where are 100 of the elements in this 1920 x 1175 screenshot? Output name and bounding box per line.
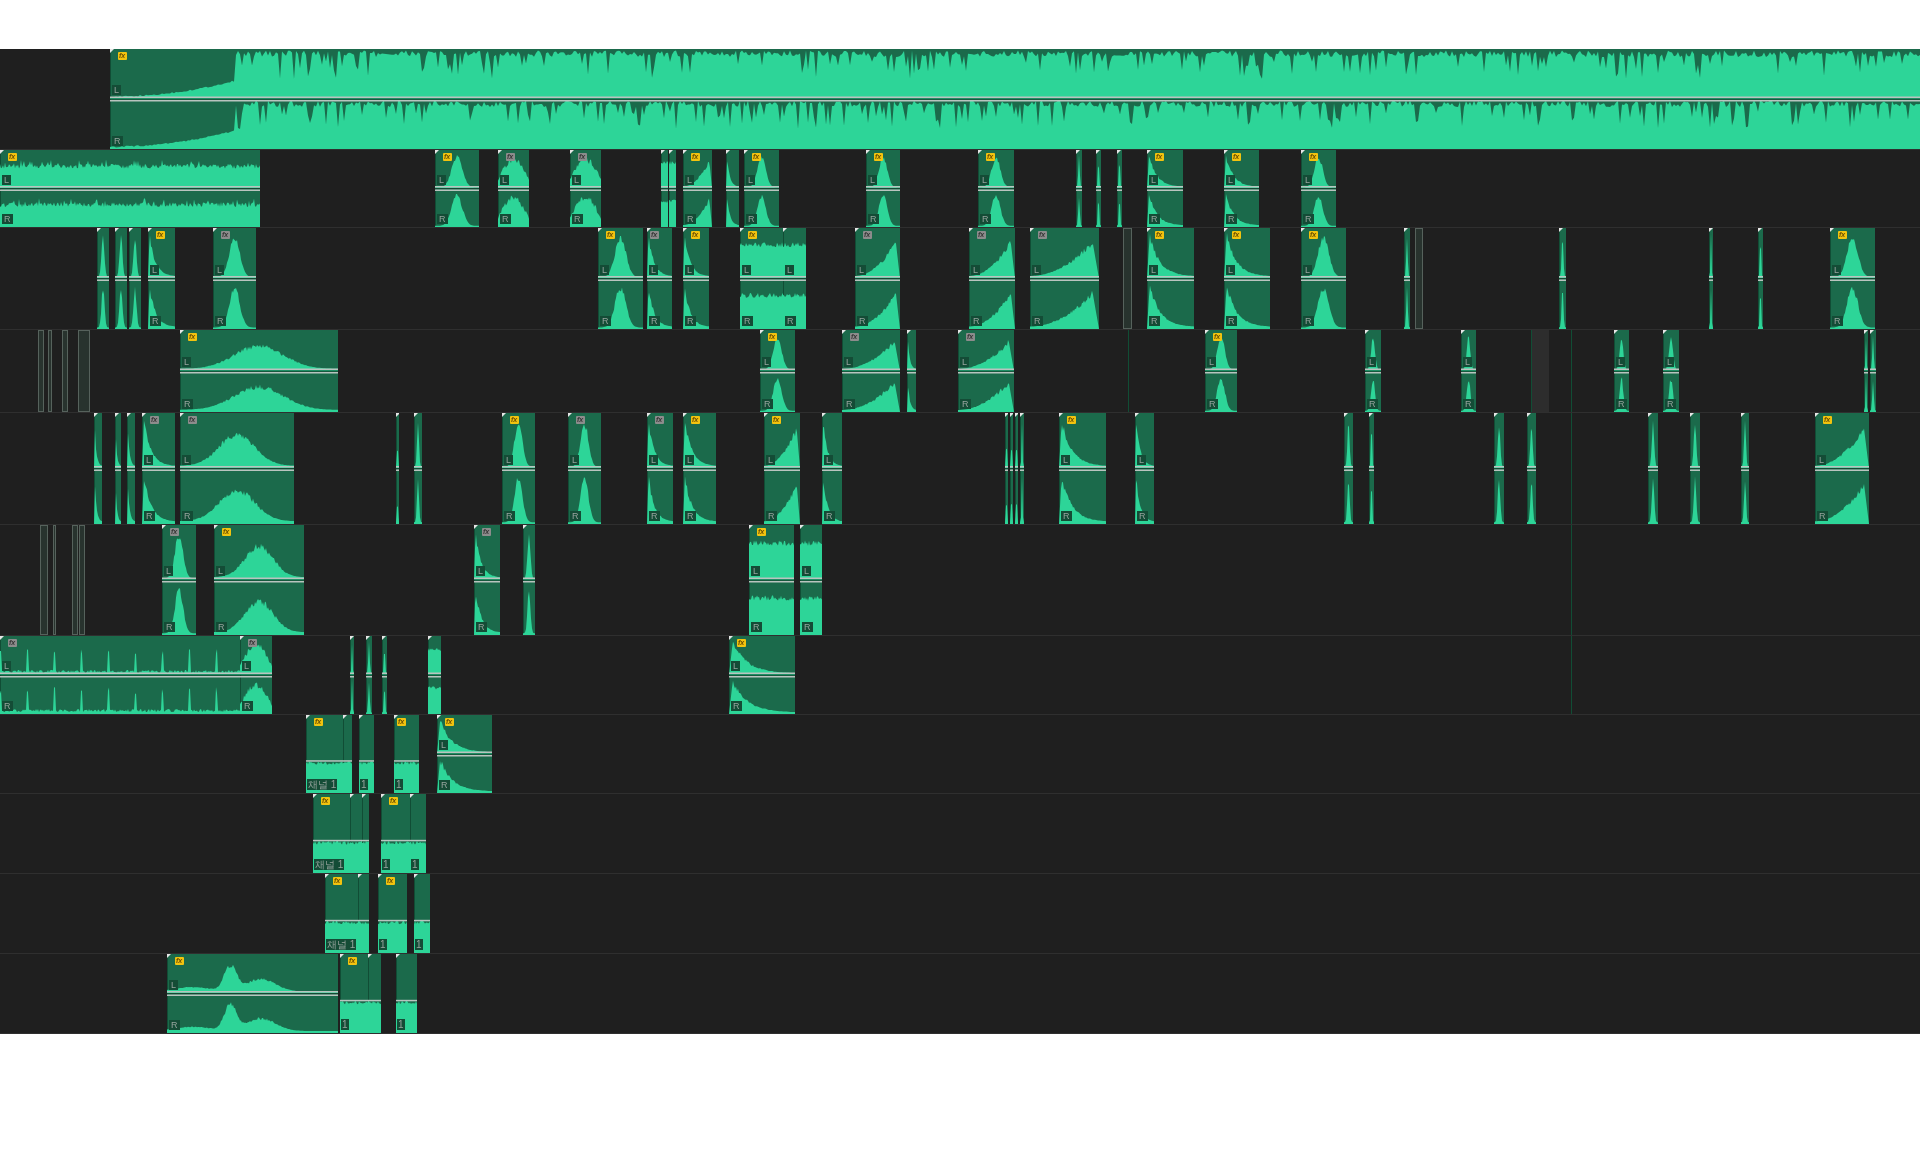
channel-label: R bbox=[164, 622, 175, 632]
audio-clip[interactable] bbox=[368, 954, 381, 1033]
channel-label: L bbox=[1032, 264, 1041, 275]
channel-label: L bbox=[600, 264, 609, 275]
channel-label: R bbox=[868, 214, 879, 224]
channel-label: 1 bbox=[411, 859, 419, 870]
audio-clip[interactable] bbox=[78, 330, 90, 412]
audio-clip[interactable]: L R bbox=[1663, 330, 1679, 412]
audio-clip[interactable] bbox=[1096, 150, 1101, 227]
audio-clip[interactable] bbox=[1864, 330, 1868, 412]
channel-label: L bbox=[649, 454, 658, 465]
channel-label: L bbox=[570, 454, 579, 465]
audio-clip[interactable] bbox=[72, 525, 78, 635]
audio-clip[interactable] bbox=[428, 636, 441, 714]
channel-label: R bbox=[824, 511, 835, 521]
audio-clip[interactable] bbox=[414, 413, 422, 524]
audio-clip[interactable] bbox=[127, 413, 135, 524]
audio-clip[interactable] bbox=[115, 228, 127, 329]
audio-clip[interactable] bbox=[1010, 413, 1013, 524]
channel-label: R bbox=[570, 511, 581, 521]
channel-label: R bbox=[649, 316, 660, 326]
audio-clip[interactable] bbox=[1404, 228, 1410, 329]
audio-clip[interactable]: 1 bbox=[396, 954, 417, 1033]
audio-clip[interactable] bbox=[343, 715, 352, 793]
channel-label: L bbox=[868, 174, 877, 185]
channel-label: L bbox=[649, 264, 658, 275]
audio-clip[interactable] bbox=[907, 330, 916, 412]
audio-clip[interactable] bbox=[382, 636, 387, 714]
audio-clip[interactable]: 1 bbox=[359, 715, 374, 793]
audio-clip[interactable]: L R bbox=[1614, 330, 1629, 412]
audio-clip[interactable] bbox=[48, 330, 52, 412]
channel-label: R bbox=[1149, 316, 1160, 326]
channel-label: L bbox=[1303, 264, 1312, 275]
channel-label: L bbox=[751, 566, 760, 576]
audio-clip[interactable] bbox=[79, 525, 85, 635]
channel-label: R bbox=[1665, 399, 1676, 409]
audio-clip[interactable] bbox=[129, 228, 141, 329]
audio-clip[interactable] bbox=[115, 413, 121, 524]
audio-clip[interactable] bbox=[1369, 413, 1374, 524]
audio-clip[interactable]: 1 bbox=[410, 794, 426, 873]
channel-label: R bbox=[144, 511, 155, 521]
channel-label: R bbox=[649, 511, 660, 521]
channel-label: R bbox=[182, 511, 193, 521]
audio-clip[interactable] bbox=[1870, 330, 1876, 412]
audio-clip[interactable] bbox=[661, 150, 668, 227]
channel-label: L bbox=[504, 454, 513, 465]
channel-label: L bbox=[746, 174, 755, 185]
audio-clip[interactable] bbox=[1527, 413, 1536, 524]
audio-clip[interactable] bbox=[62, 330, 68, 412]
channel-label: L bbox=[1817, 454, 1826, 465]
channel-label: 채널 1 bbox=[314, 859, 345, 870]
audio-clip[interactable] bbox=[1123, 228, 1132, 329]
audio-clip[interactable] bbox=[1005, 413, 1008, 524]
audio-clip[interactable]: L R bbox=[1135, 413, 1154, 524]
channel-label: 1 bbox=[379, 939, 387, 950]
audio-clip[interactable] bbox=[669, 150, 676, 227]
audio-clip[interactable] bbox=[1344, 413, 1353, 524]
audio-clip[interactable]: L R bbox=[800, 525, 822, 635]
audio-clip[interactable] bbox=[40, 525, 48, 635]
audio-clip[interactable]: L R bbox=[822, 413, 842, 524]
audio-clip[interactable] bbox=[358, 874, 369, 953]
channel-label: R bbox=[216, 622, 227, 632]
audio-clip[interactable] bbox=[1415, 228, 1423, 329]
channel-label: L bbox=[685, 264, 694, 275]
channel-label: L bbox=[1463, 357, 1472, 367]
audio-clip[interactable] bbox=[1076, 150, 1082, 227]
channel-label: L bbox=[112, 85, 121, 95]
audio-clip[interactable] bbox=[53, 525, 56, 635]
channel-label: L bbox=[437, 174, 446, 185]
audio-clip[interactable] bbox=[1015, 413, 1018, 524]
audio-clip[interactable] bbox=[38, 330, 44, 412]
channel-label: R bbox=[746, 214, 757, 224]
channel-label: R bbox=[685, 511, 696, 521]
audio-clip[interactable] bbox=[94, 413, 102, 524]
audio-clip[interactable] bbox=[366, 636, 372, 714]
audio-clip[interactable]: L R bbox=[783, 228, 806, 329]
audio-clip[interactable] bbox=[1559, 228, 1566, 329]
channel-label: R bbox=[980, 214, 991, 224]
audio-clip[interactable] bbox=[1020, 413, 1024, 524]
audio-clip[interactable] bbox=[362, 794, 369, 873]
channel-label: L bbox=[731, 661, 740, 671]
channel-label: R bbox=[731, 701, 742, 711]
audio-clip[interactable] bbox=[1690, 413, 1700, 524]
audio-clip[interactable] bbox=[350, 794, 362, 873]
audio-clip[interactable] bbox=[1741, 413, 1749, 524]
audio-clip[interactable] bbox=[726, 150, 739, 227]
audio-clip[interactable] bbox=[523, 525, 535, 635]
audio-clip[interactable] bbox=[1648, 413, 1658, 524]
channel-label: L bbox=[980, 174, 989, 185]
audio-clip[interactable] bbox=[1494, 413, 1504, 524]
audio-clip[interactable] bbox=[1758, 228, 1763, 329]
audio-clip[interactable] bbox=[396, 413, 399, 524]
audio-clip[interactable]: 1 bbox=[414, 874, 430, 953]
audio-clip[interactable] bbox=[1117, 150, 1122, 227]
audio-clip[interactable] bbox=[97, 228, 109, 329]
audio-clip[interactable]: L R bbox=[1365, 330, 1381, 412]
audio-clip[interactable] bbox=[350, 636, 354, 714]
audio-clip[interactable] bbox=[1709, 228, 1713, 329]
audio-clip[interactable]: L R bbox=[1461, 330, 1476, 412]
channel-label: L bbox=[1149, 264, 1158, 275]
